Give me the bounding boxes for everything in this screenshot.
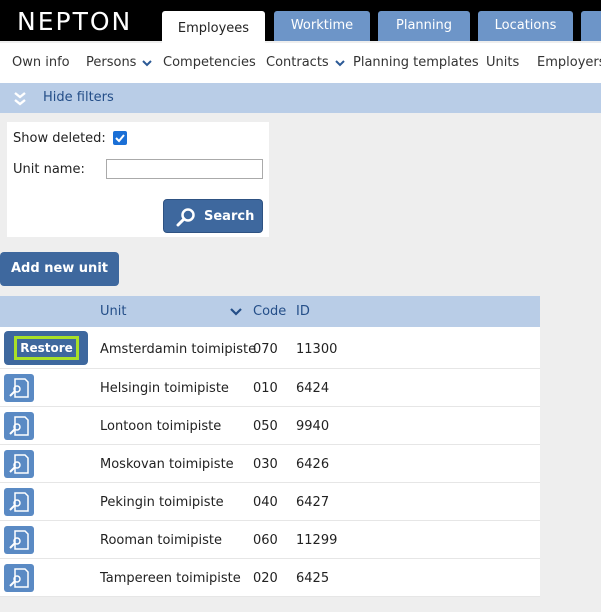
unit-code-cell: 070 [253,342,278,357]
restore-button-label: Restore [14,336,79,360]
hide-filters-label: Hide filters [43,90,114,105]
column-header-unit[interactable]: Unit [100,304,126,319]
search-button[interactable]: Search [163,199,263,233]
table-row[interactable]: Pekingin toimipiste 040 6427 [0,483,540,521]
edit-document-icon [9,568,29,588]
hide-filters-toggle[interactable]: Hide filters [0,83,601,113]
double-chevron-icon [14,92,26,106]
restore-button[interactable]: Restore [4,331,88,365]
checkmark-icon [115,134,125,143]
edit-unit-button[interactable] [4,526,34,554]
add-new-unit-button[interactable]: Add new unit [0,252,119,286]
edit-document-icon [9,454,29,474]
table-header: Unit Code ID [0,296,540,327]
table-row[interactable]: Helsingin toimipiste 010 6424 [0,369,540,407]
tab-employees[interactable]: Employees [162,11,265,43]
subnav-persons[interactable]: Persons [86,55,153,70]
subnav-own-info[interactable]: Own info [12,55,70,70]
unit-name-input[interactable] [106,159,263,179]
unit-name-cell: Helsingin toimipiste [100,381,229,396]
table-row[interactable]: Rooman toimipiste 060 11299 [0,521,540,559]
table-row[interactable]: Restore Amsterdamin toimipiste 070 11300 [0,327,540,369]
unit-id-cell: 6424 [296,381,330,396]
tab-worktime[interactable]: Worktime [274,11,370,41]
tab-locations[interactable]: Locations [478,11,573,41]
sub-navigation: Own info Persons Competencies Contracts … [0,43,601,83]
unit-code-cell: 020 [253,571,278,586]
edit-unit-button[interactable] [4,412,34,440]
table-row[interactable]: Moskovan toimipiste 030 6426 [0,445,540,483]
show-deleted-label: Show deleted: [13,131,106,146]
unit-code-cell: 030 [253,457,278,472]
show-deleted-checkbox[interactable] [113,131,127,145]
subnav-employers[interactable]: Employers [537,55,601,70]
unit-name-cell: Moskovan toimipiste [100,457,234,472]
search-icon [176,208,195,227]
unit-name-cell: Lontoon toimipiste [100,419,222,434]
subnav-planning-templates[interactable]: Planning templates [353,55,479,70]
edit-unit-button[interactable] [4,488,34,516]
edit-document-icon [9,530,29,550]
unit-id-cell: 6427 [296,495,330,510]
tab-more[interactable] [581,11,601,41]
unit-name-label: Unit name: [13,162,85,177]
chevron-down-icon [142,60,153,67]
unit-code-cell: 060 [253,533,278,548]
units-table: Unit Code ID Restore Amsterdamin toimipi… [0,296,540,597]
unit-name-cell: Pekingin toimipiste [100,495,224,510]
unit-code-cell: 050 [253,419,278,434]
edit-document-icon [9,492,29,512]
edit-document-icon [9,416,29,436]
unit-code-cell: 040 [253,495,278,510]
subnav-competencies[interactable]: Competencies [163,55,256,70]
tab-planning[interactable]: Planning [378,11,470,41]
filter-panel: Show deleted: Unit name: Search [7,122,269,237]
unit-name-cell: Tampereen toimipiste [100,571,241,586]
subnav-units[interactable]: Units [486,55,519,70]
edit-unit-button[interactable] [4,374,34,402]
unit-id-cell: 11300 [296,342,338,357]
column-header-id[interactable]: ID [296,304,310,319]
table-row[interactable]: Tampereen toimipiste 020 6425 [0,559,540,597]
unit-id-cell: 9940 [296,419,330,434]
search-button-label: Search [204,209,255,224]
chevron-down-icon [334,60,345,67]
table-row[interactable]: Lontoon toimipiste 050 9940 [0,407,540,445]
edit-document-icon [9,378,29,398]
sort-chevron-icon[interactable] [230,307,242,317]
unit-name-cell: Amsterdamin toimipiste [100,342,257,357]
unit-id-cell: 6426 [296,457,330,472]
column-header-code[interactable]: Code [253,304,286,319]
unit-id-cell: 6425 [296,571,330,586]
top-bar: NEPTON Employees Worktime Planning Locat… [0,0,601,43]
unit-name-cell: Rooman toimipiste [100,533,223,548]
unit-id-cell: 11299 [296,533,338,548]
edit-unit-button[interactable] [4,564,34,592]
app-logo: NEPTON [17,7,133,36]
unit-code-cell: 010 [253,381,278,396]
subnav-contracts[interactable]: Contracts [266,55,345,70]
edit-unit-button[interactable] [4,450,34,478]
